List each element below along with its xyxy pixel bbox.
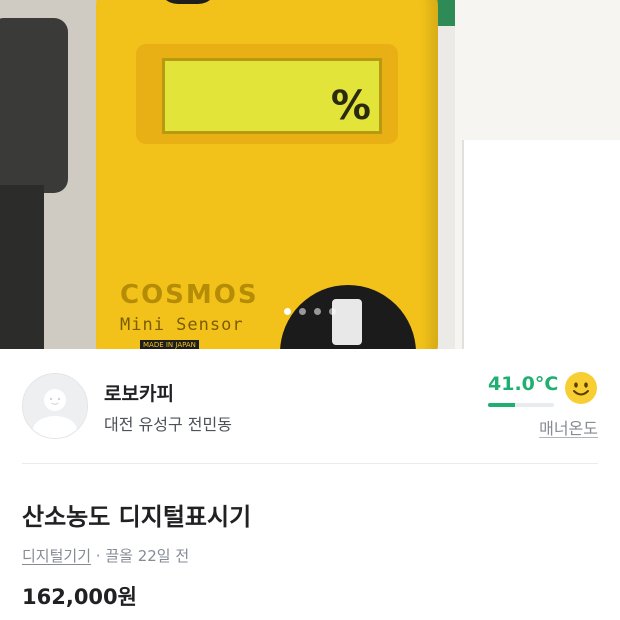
product-photo[interactable]: % COSMOS Mini Sensor MADE IN JAPAN: [0, 0, 620, 349]
background-box: [462, 140, 620, 349]
device-made-label: MADE IN JAPAN: [140, 340, 199, 349]
carousel-dot[interactable]: [329, 308, 336, 315]
carousel-indicators: [0, 308, 620, 315]
background-strap: [0, 18, 68, 193]
background-strap-lower: [0, 185, 44, 349]
divider: [22, 463, 598, 464]
carousel-dot[interactable]: [299, 308, 306, 315]
meta-separator: ·: [91, 547, 106, 565]
category-link[interactable]: 디지털기기: [22, 547, 91, 565]
item-title: 산소농도 디지털표시기: [22, 503, 252, 531]
item-meta: 디지털기기 · 끌올 22일 전: [22, 545, 189, 566]
carousel-dot[interactable]: [284, 308, 291, 315]
lcd-bezel: %: [136, 44, 398, 144]
manner-temperature: 41.0°C: [488, 373, 559, 395]
item-price: 162,000원: [22, 585, 137, 609]
avatar[interactable]: [22, 373, 88, 439]
device-brand-logo: COSMOS: [120, 280, 259, 310]
lcd-percent-symbol: %: [330, 83, 371, 129]
posted-time: 끌올 22일 전: [105, 547, 190, 565]
smiley-face-icon: [565, 372, 597, 404]
device-dial-knob: [280, 285, 416, 349]
manner-temperature-bar-fill: [488, 403, 516, 407]
default-avatar-icon: [23, 374, 87, 438]
device-model-label: Mini Sensor: [120, 315, 244, 335]
manner-temperature-label[interactable]: 매너온도: [539, 415, 598, 439]
carousel-dot[interactable]: [314, 308, 321, 315]
lcd-screen: %: [162, 58, 382, 134]
seller-location: 대전 유성구 전민동: [104, 415, 232, 434]
manner-temperature-bar: [488, 403, 554, 407]
oxygen-meter-device: % COSMOS Mini Sensor MADE IN JAPAN: [96, 0, 438, 349]
dial-indicator: [332, 299, 362, 345]
device-top-cap: [158, 0, 218, 4]
seller-profile[interactable]: 로보카피 대전 유성구 전민동 41.0°C 매너온도: [0, 349, 620, 464]
seller-nickname[interactable]: 로보카피: [104, 379, 174, 406]
